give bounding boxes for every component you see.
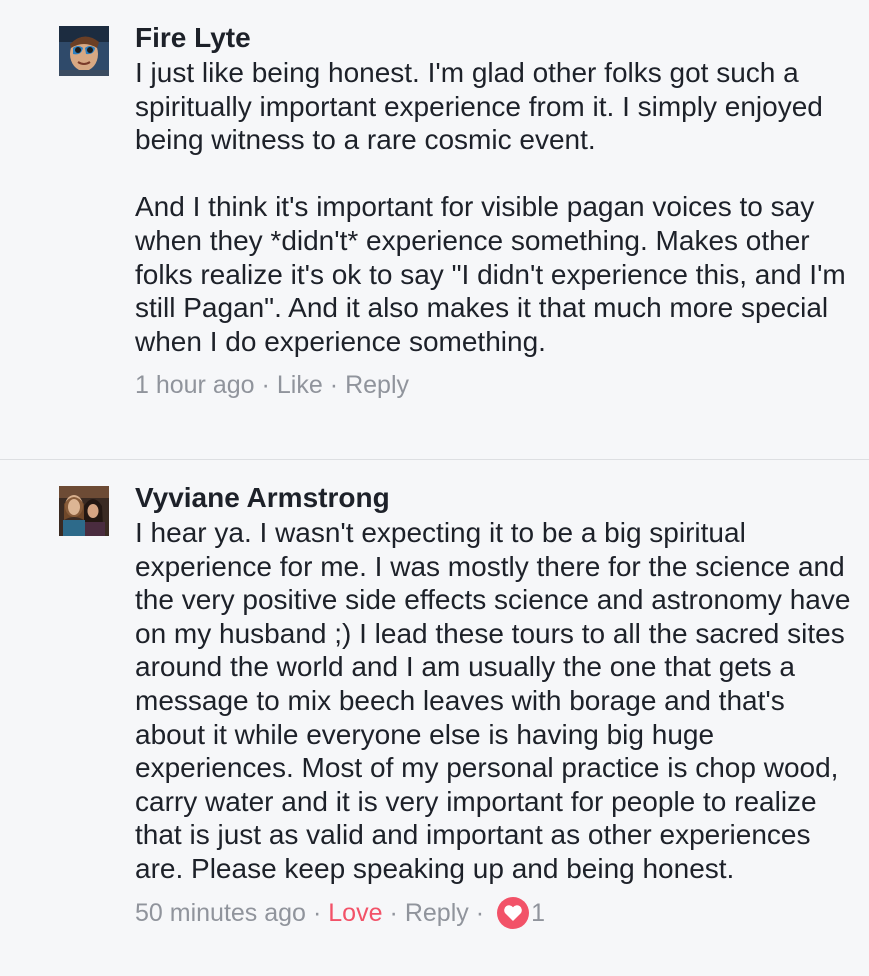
separator: · xyxy=(261,371,270,400)
comment-body: Fire Lyte I just like being honest. I'm … xyxy=(135,20,855,402)
heart-icon xyxy=(497,896,530,929)
comment-meta: 50 minutes ago · Love · Reply · 1 xyxy=(135,896,855,930)
comment: Fire Lyte I just like being honest. I'm … xyxy=(0,0,869,460)
avatar[interactable] xyxy=(59,26,109,76)
separator: · xyxy=(312,898,322,927)
comment-body: Vyviane Armstrong I hear ya. I wasn't ex… xyxy=(135,480,855,930)
comment-text: I just like being honest. I'm glad other… xyxy=(135,57,846,357)
avatar[interactable] xyxy=(59,486,109,536)
love-link[interactable]: Love xyxy=(328,896,382,930)
like-link[interactable]: Like xyxy=(277,368,323,402)
avatar-image xyxy=(59,486,109,536)
reaction-count: 1 xyxy=(531,898,545,927)
reply-link[interactable]: Reply xyxy=(345,368,409,402)
comment-text: I hear ya. I wasn't expecting it to be a… xyxy=(135,517,859,884)
separator: · xyxy=(389,898,398,927)
comment-meta: 1 hour ago · Like · Reply xyxy=(135,368,855,402)
avatar-image xyxy=(59,26,109,76)
separator: · xyxy=(475,898,485,927)
reaction-summary[interactable]: 1 xyxy=(497,896,545,930)
comment-timestamp[interactable]: 1 hour ago xyxy=(135,368,255,402)
comment-timestamp[interactable]: 50 minutes ago xyxy=(135,896,306,930)
comment-author[interactable]: Fire Lyte xyxy=(135,20,855,56)
separator: · xyxy=(329,371,339,400)
comment: Vyviane Armstrong I hear ya. I wasn't ex… xyxy=(0,460,869,976)
reply-link[interactable]: Reply xyxy=(405,896,469,930)
comment-author[interactable]: Vyviane Armstrong xyxy=(135,480,855,516)
